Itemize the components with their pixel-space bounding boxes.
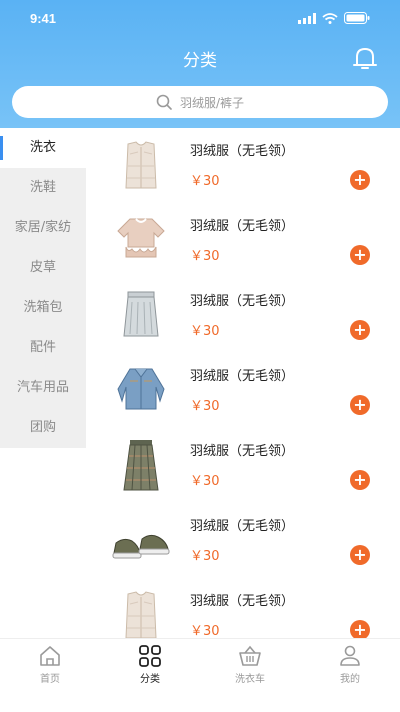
product-name: 羽绒服（无毛领） xyxy=(190,369,295,384)
sidebar-item-accessories[interactable]: 配件 xyxy=(0,328,86,368)
tab-home[interactable]: 首页 xyxy=(0,639,100,712)
sidebar-item-wash-clothes[interactable]: 洗衣 xyxy=(0,128,86,168)
basket-icon xyxy=(239,645,261,666)
battery-icon xyxy=(344,12,370,24)
tab-laundry-basket[interactable]: 洗衣车 xyxy=(200,639,300,712)
product-item[interactable]: 羽绒服（无毛领） ￥30 + xyxy=(86,578,400,638)
product-item[interactable]: 羽绒服（无毛领） ￥30 + xyxy=(86,128,400,203)
product-price: ￥30 xyxy=(190,549,220,564)
vest-image xyxy=(125,141,157,189)
product-item[interactable]: 羽绒服（无毛领） ￥30 + xyxy=(86,353,400,428)
add-to-cart-button[interactable]: + xyxy=(350,245,370,265)
category-sidebar: 洗衣 洗鞋 家居/家纺 皮草 洗箱包 配件 汽车用品 团购 xyxy=(0,128,86,448)
product-name: 羽绒服（无毛领） xyxy=(190,444,295,459)
product-name: 羽绒服（无毛领） xyxy=(190,144,295,159)
status-bar: 9:41 xyxy=(0,0,400,36)
add-to-cart-button[interactable]: + xyxy=(350,320,370,340)
home-icon xyxy=(40,646,60,666)
add-to-cart-button[interactable]: + xyxy=(350,170,370,190)
product-name: 羽绒服（无毛领） xyxy=(190,594,295,609)
tab-profile[interactable]: 我的 xyxy=(300,639,400,712)
product-name: 羽绒服（无毛领） xyxy=(190,519,295,534)
product-name: 羽绒服（无毛领） xyxy=(190,294,295,309)
vest-image xyxy=(125,591,157,638)
product-name: 羽绒服（无毛领） xyxy=(190,219,295,234)
product-price: ￥30 xyxy=(190,624,220,638)
tab-category[interactable]: 分类 xyxy=(100,639,200,712)
skirt-image xyxy=(123,291,159,337)
tab-label: 首页 xyxy=(40,674,60,685)
user-icon xyxy=(340,645,360,666)
blouse-image xyxy=(117,218,165,258)
tab-label: 我的 xyxy=(340,674,360,685)
product-price: ￥30 xyxy=(190,399,220,414)
sneakers-image xyxy=(112,534,170,559)
product-price: ￥30 xyxy=(190,474,220,489)
tab-label: 分类 xyxy=(140,674,160,685)
denim-jacket-image xyxy=(117,368,165,410)
bell-icon[interactable] xyxy=(352,46,378,70)
status-time: 9:41 xyxy=(30,11,57,26)
signal-icon xyxy=(298,12,316,24)
sidebar-item-fur[interactable]: 皮草 xyxy=(0,248,86,288)
product-item[interactable]: 羽绒服（无毛领） ￥30 + xyxy=(86,503,400,578)
search-placeholder: 羽绒服/裤子 xyxy=(179,95,245,110)
sidebar-item-wash-shoes[interactable]: 洗鞋 xyxy=(0,168,86,208)
product-price: ￥30 xyxy=(190,324,220,339)
bottom-tab-bar: 首页 分类 洗衣车 我的 xyxy=(0,638,400,712)
product-item[interactable]: 羽绒服（无毛领） ￥30 + xyxy=(86,203,400,278)
add-to-cart-button[interactable]: + xyxy=(350,620,370,638)
plaid-skirt-image xyxy=(123,440,159,491)
product-price: ￥30 xyxy=(190,249,220,264)
product-price: ￥30 xyxy=(190,174,220,189)
category-icon xyxy=(139,645,161,667)
wifi-icon xyxy=(322,12,338,24)
sidebar-item-group-buy[interactable]: 团购 xyxy=(0,408,86,448)
status-icons xyxy=(298,12,370,24)
add-to-cart-button[interactable]: + xyxy=(350,395,370,415)
sidebar-item-home-textile[interactable]: 家居/家纺 xyxy=(0,208,86,248)
sidebar-item-car-supplies[interactable]: 汽车用品 xyxy=(0,368,86,408)
product-item[interactable]: 羽绒服（无毛领） ￥30 + xyxy=(86,428,400,503)
header: 9:41 分类 羽绒服/裤子 xyxy=(0,0,400,128)
product-item[interactable]: 羽绒服（无毛领） ￥30 + xyxy=(86,278,400,353)
tab-label: 洗衣车 xyxy=(235,674,265,685)
add-to-cart-button[interactable]: + xyxy=(350,545,370,565)
sidebar-item-bags[interactable]: 洗箱包 xyxy=(0,288,86,328)
search-input[interactable]: 羽绒服/裤子 xyxy=(12,86,388,118)
search-icon xyxy=(156,94,172,110)
add-to-cart-button[interactable]: + xyxy=(350,470,370,490)
product-list: 羽绒服（无毛领） ￥30 + 羽绒服（无毛领） ￥30 + 羽绒服（无毛领） ￥… xyxy=(86,128,400,638)
page-title: 分类 xyxy=(183,51,217,71)
